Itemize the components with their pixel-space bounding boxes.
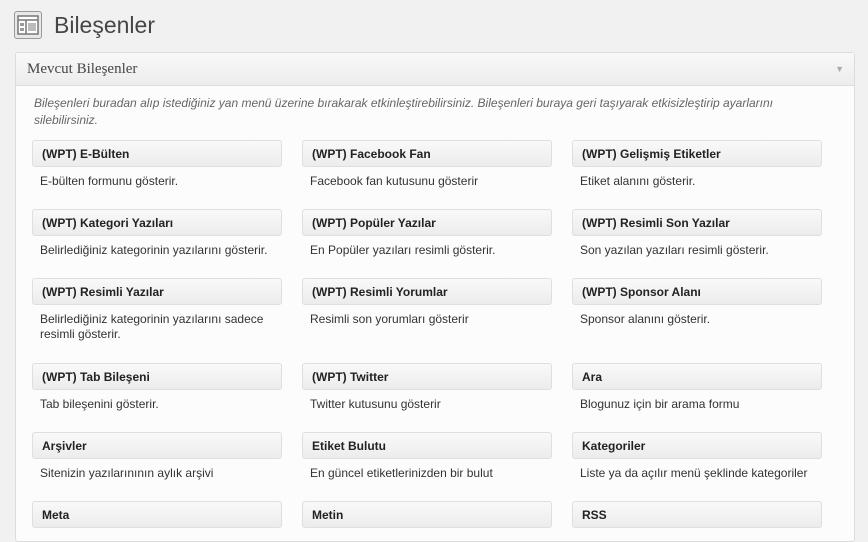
- widget-title[interactable]: (WPT) E-Bülten: [32, 140, 282, 167]
- widgets-icon: [14, 11, 42, 39]
- widget-item[interactable]: (WPT) Resimli Yazılar Belirlediğiniz kate…: [32, 278, 282, 342]
- widget-description: Twitter kutusunu gösterir: [310, 397, 441, 411]
- page-header: Bileşenler: [14, 9, 155, 41]
- widget-title[interactable]: (WPT) Facebook Fan: [302, 140, 552, 167]
- panel-description: Bileşenleri buradan alıp istediğiniz yan…: [34, 96, 774, 127]
- widget-title[interactable]: Etiket Bulutu: [302, 432, 552, 459]
- collapse-arrow-icon[interactable]: ▼: [835, 64, 844, 74]
- widget-title[interactable]: Ara: [572, 363, 822, 390]
- widget-item[interactable]: Kategoriler Liste ya da açılır menü şekli…: [572, 432, 822, 481]
- widget-item[interactable]: Ara Blogunuz için bir arama formu: [572, 363, 822, 412]
- widget-description: Belirlediğiniz kategorinin yazılarını gö…: [40, 243, 268, 257]
- widget-description: Sitenizin yazılarınının aylık arşivi: [40, 466, 214, 480]
- widget-title[interactable]: Arşivler: [32, 432, 282, 459]
- widget-item[interactable]: (WPT) Resimli Yorumlar Resimli son yoruml…: [302, 278, 552, 327]
- widget-description: Blogunuz için bir arama formu: [580, 397, 740, 411]
- widget-description: En güncel etiketlerinizden bir bulut: [310, 466, 493, 480]
- widget-description: Liste ya da açılır menü şeklinde kategor…: [580, 466, 808, 480]
- widget-description: E-bülten formunu gösterir.: [40, 174, 179, 188]
- widget-title[interactable]: Metin: [302, 501, 552, 528]
- widget-title[interactable]: (WPT) Resimli Yorumlar: [302, 278, 552, 305]
- widget-item[interactable]: (WPT) Resimli Son Yazılar Son yazılan yaz…: [572, 209, 822, 258]
- widget-description: Belirlediğiniz kategorinin yazılarını sa…: [40, 312, 264, 341]
- widget-item[interactable]: RSS: [572, 501, 822, 535]
- widget-title[interactable]: (WPT) Twitter: [302, 363, 552, 390]
- widget-item[interactable]: (WPT) Popüler Yazılar En Popüler yazıları…: [302, 209, 552, 258]
- widget-title[interactable]: (WPT) Resimli Yazılar: [32, 278, 282, 305]
- panel-title: Mevcut Bileşenler: [27, 60, 138, 77]
- widget-description: Facebook fan kutusunu gösterir: [310, 174, 479, 188]
- available-widgets-panel: Mevcut Bileşenler ▼ Bileşenleri buradan …: [15, 52, 855, 542]
- widget-item[interactable]: (WPT) Tab Bileşeni Tab bileşenini gösteri…: [32, 363, 282, 412]
- widget-title[interactable]: Meta: [32, 501, 282, 528]
- widget-item[interactable]: (WPT) Twitter Twitter kutusunu gösterir: [302, 363, 552, 412]
- widget-description: Resimli son yorumları gösterir: [310, 312, 469, 326]
- widget-title[interactable]: Kategoriler: [572, 432, 822, 459]
- widget-description: Son yazılan yazıları resimli gösterir.: [580, 243, 769, 257]
- page-title: Bileşenler: [54, 11, 155, 38]
- widget-title[interactable]: (WPT) Popüler Yazılar: [302, 209, 552, 236]
- widget-item[interactable]: Metin: [302, 501, 552, 535]
- widget-item[interactable]: (WPT) E-Bülten E-bülten formunu gösterir.: [32, 140, 282, 189]
- widget-description: En Popüler yazıları resimli gösterir.: [310, 243, 496, 257]
- widget-title[interactable]: (WPT) Kategori Yazıları: [32, 209, 282, 236]
- widget-title[interactable]: (WPT) Resimli Son Yazılar: [572, 209, 822, 236]
- widget-item[interactable]: (WPT) Gelişmiş Etiketler Etiket alanını g…: [572, 140, 822, 189]
- widget-item[interactable]: Arşivler Sitenizin yazılarınının aylık ar…: [32, 432, 282, 481]
- widget-title[interactable]: (WPT) Sponsor Alanı: [572, 278, 822, 305]
- widget-item[interactable]: Etiket Bulutu En güncel etiketlerinizden …: [302, 432, 552, 481]
- widget-title[interactable]: (WPT) Tab Bileşeni: [32, 363, 282, 390]
- widget-item[interactable]: (WPT) Facebook Fan Facebook fan kutusunu …: [302, 140, 552, 189]
- widget-description: Tab bileşenini gösterir.: [40, 397, 159, 411]
- widget-title[interactable]: RSS: [572, 501, 822, 528]
- widget-description: Sponsor alanını gösterir.: [580, 312, 711, 326]
- widget-description: Etiket alanını gösterir.: [580, 174, 696, 188]
- widget-title[interactable]: (WPT) Gelişmiş Etiketler: [572, 140, 822, 167]
- panel-header[interactable]: Mevcut Bileşenler ▼: [16, 53, 854, 86]
- widget-item[interactable]: (WPT) Sponsor Alanı Sponsor alanını göste…: [572, 278, 822, 327]
- widget-item[interactable]: Meta: [32, 501, 282, 535]
- widget-item[interactable]: (WPT) Kategori Yazıları Belirlediğiniz ka…: [32, 209, 282, 258]
